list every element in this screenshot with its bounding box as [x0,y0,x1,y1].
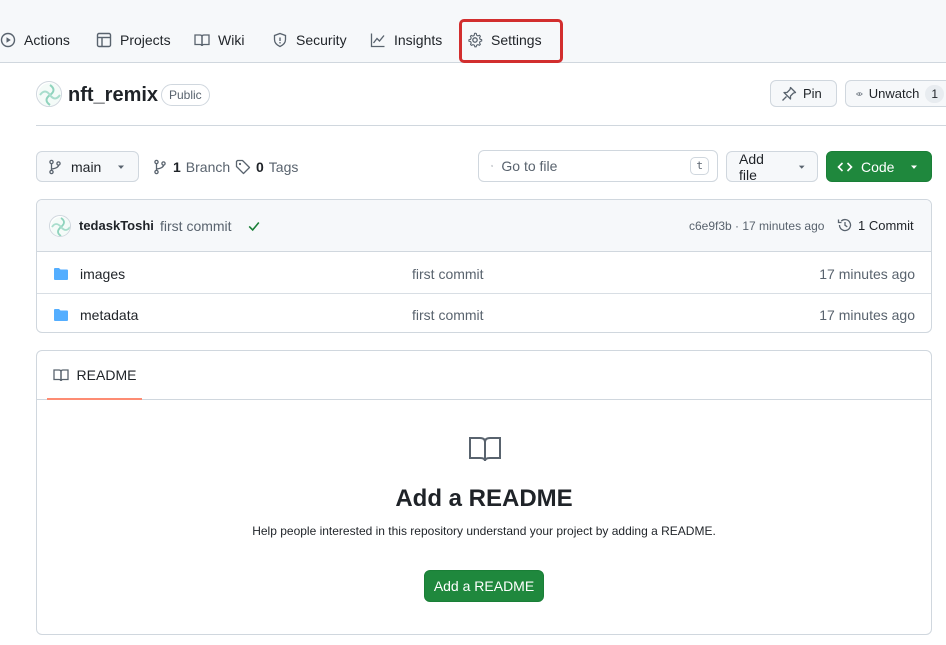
folder-icon-wrap [53,253,69,294]
branch-icon [49,159,61,174]
pin-icon [782,86,797,101]
branch-count: 1 [173,159,181,175]
book-icon [194,34,210,47]
branch-name: main [71,158,102,175]
file-name-link[interactable]: metadata [80,294,138,332]
graph-icon [370,33,385,48]
tag-count: 0 [256,159,264,175]
visibility-badge: Public [161,84,210,106]
file-list: tedaskToshi first commit c6e9f3b · 17 mi… [36,199,932,333]
pin-button[interactable]: Pin [770,80,837,107]
nav-tab-security-label: Security [296,32,347,48]
add-file-button[interactable]: Add file [726,150,818,183]
folder-icon-wrap [53,294,69,332]
file-row-images[interactable]: images first commit 17 minutes ago [37,253,931,294]
folder-icon [54,267,68,280]
tags-link[interactable]: 0 Tags [235,156,298,178]
nav-tab-actions-label: Actions [24,32,70,48]
nav-tab-projects-label: Projects [120,32,171,48]
commit-hash-time[interactable]: c6e9f3b · 17 minutes ago [689,219,824,233]
repo-owner-avatar[interactable] [36,81,62,107]
branch-label: Branch [185,159,231,175]
header-divider [36,125,946,126]
code-button-label: Code [861,158,895,175]
identicon-icon [38,83,61,106]
go-to-file-input[interactable] [501,158,683,174]
caret-down-icon [798,165,805,169]
repo-nav-bar: Actions Projects Wiki Security Insights … [0,0,946,63]
folder-icon [54,308,68,321]
commit-author-avatar[interactable] [49,215,71,237]
table-icon [96,32,112,48]
commit-author-name[interactable]: tedaskToshi [79,218,154,233]
nav-tab-wiki[interactable]: Wiki [194,27,244,53]
readme-panel: README Add a README Help people interest… [36,350,932,635]
search-icon [491,164,494,168]
commit-count-label: 1 Commit [858,217,914,233]
commit-message[interactable]: first commit [160,218,232,234]
watch-count-badge: 1 [925,84,944,103]
book-icon [469,437,501,462]
identicon-icon [51,217,70,236]
readme-tab[interactable]: README [47,351,142,400]
code-icon [837,161,853,172]
unwatch-button-label: Unwatch [868,86,920,101]
book-icon [52,368,69,381]
go-to-file-search[interactable]: t [478,150,718,182]
check-icon [248,221,260,232]
readme-empty-description: Help people interested in this repositor… [252,524,716,538]
branch-select-button[interactable]: main [36,151,139,182]
readme-tab-bar: README [37,351,931,400]
file-commit-time: 17 minutes ago [819,265,915,282]
unwatch-button[interactable]: Unwatch 1 [845,80,946,107]
nav-tab-wiki-label: Wiki [218,32,245,48]
branches-link[interactable]: 1 Branch [152,156,230,178]
caret-down-icon [911,165,918,169]
history-icon [837,218,852,232]
pin-button-label: Pin [803,86,822,101]
nav-tab-security[interactable]: Security [272,27,347,53]
search-shortcut-key: t [690,157,709,175]
file-commit-message[interactable]: first commit [412,294,484,332]
nav-tab-insights-label: Insights [394,32,443,48]
tag-label: Tags [268,159,299,175]
add-readme-button[interactable]: Add a README [424,570,544,602]
commits-history-link[interactable]: 1 Commit [837,217,914,233]
readme-tab-label: README [76,366,137,383]
add-file-button-label: Add file [739,150,764,183]
nav-tab-actions[interactable]: Actions [0,27,70,53]
file-commit-message[interactable]: first commit [412,253,484,294]
file-name-link[interactable]: images [80,253,125,294]
nav-tab-insights[interactable]: Insights [370,27,442,53]
repo-name-link[interactable]: nft_remix [68,84,158,107]
settings-highlight-box [459,19,563,63]
branch-icon [154,159,166,175]
file-commit-time: 17 minutes ago [819,306,915,323]
tag-icon [235,159,251,175]
caret-down-icon [118,165,125,169]
play-circle-icon [0,32,16,48]
file-row-metadata[interactable]: metadata first commit 17 minutes ago [37,294,931,332]
readme-empty-title: Add a README [395,485,573,512]
shield-icon [273,32,287,48]
nav-tab-projects[interactable]: Projects [96,27,171,53]
code-button[interactable]: Code [826,151,932,182]
latest-commit-bar: tedaskToshi first commit c6e9f3b · 17 mi… [37,200,931,252]
eye-icon [856,91,863,96]
